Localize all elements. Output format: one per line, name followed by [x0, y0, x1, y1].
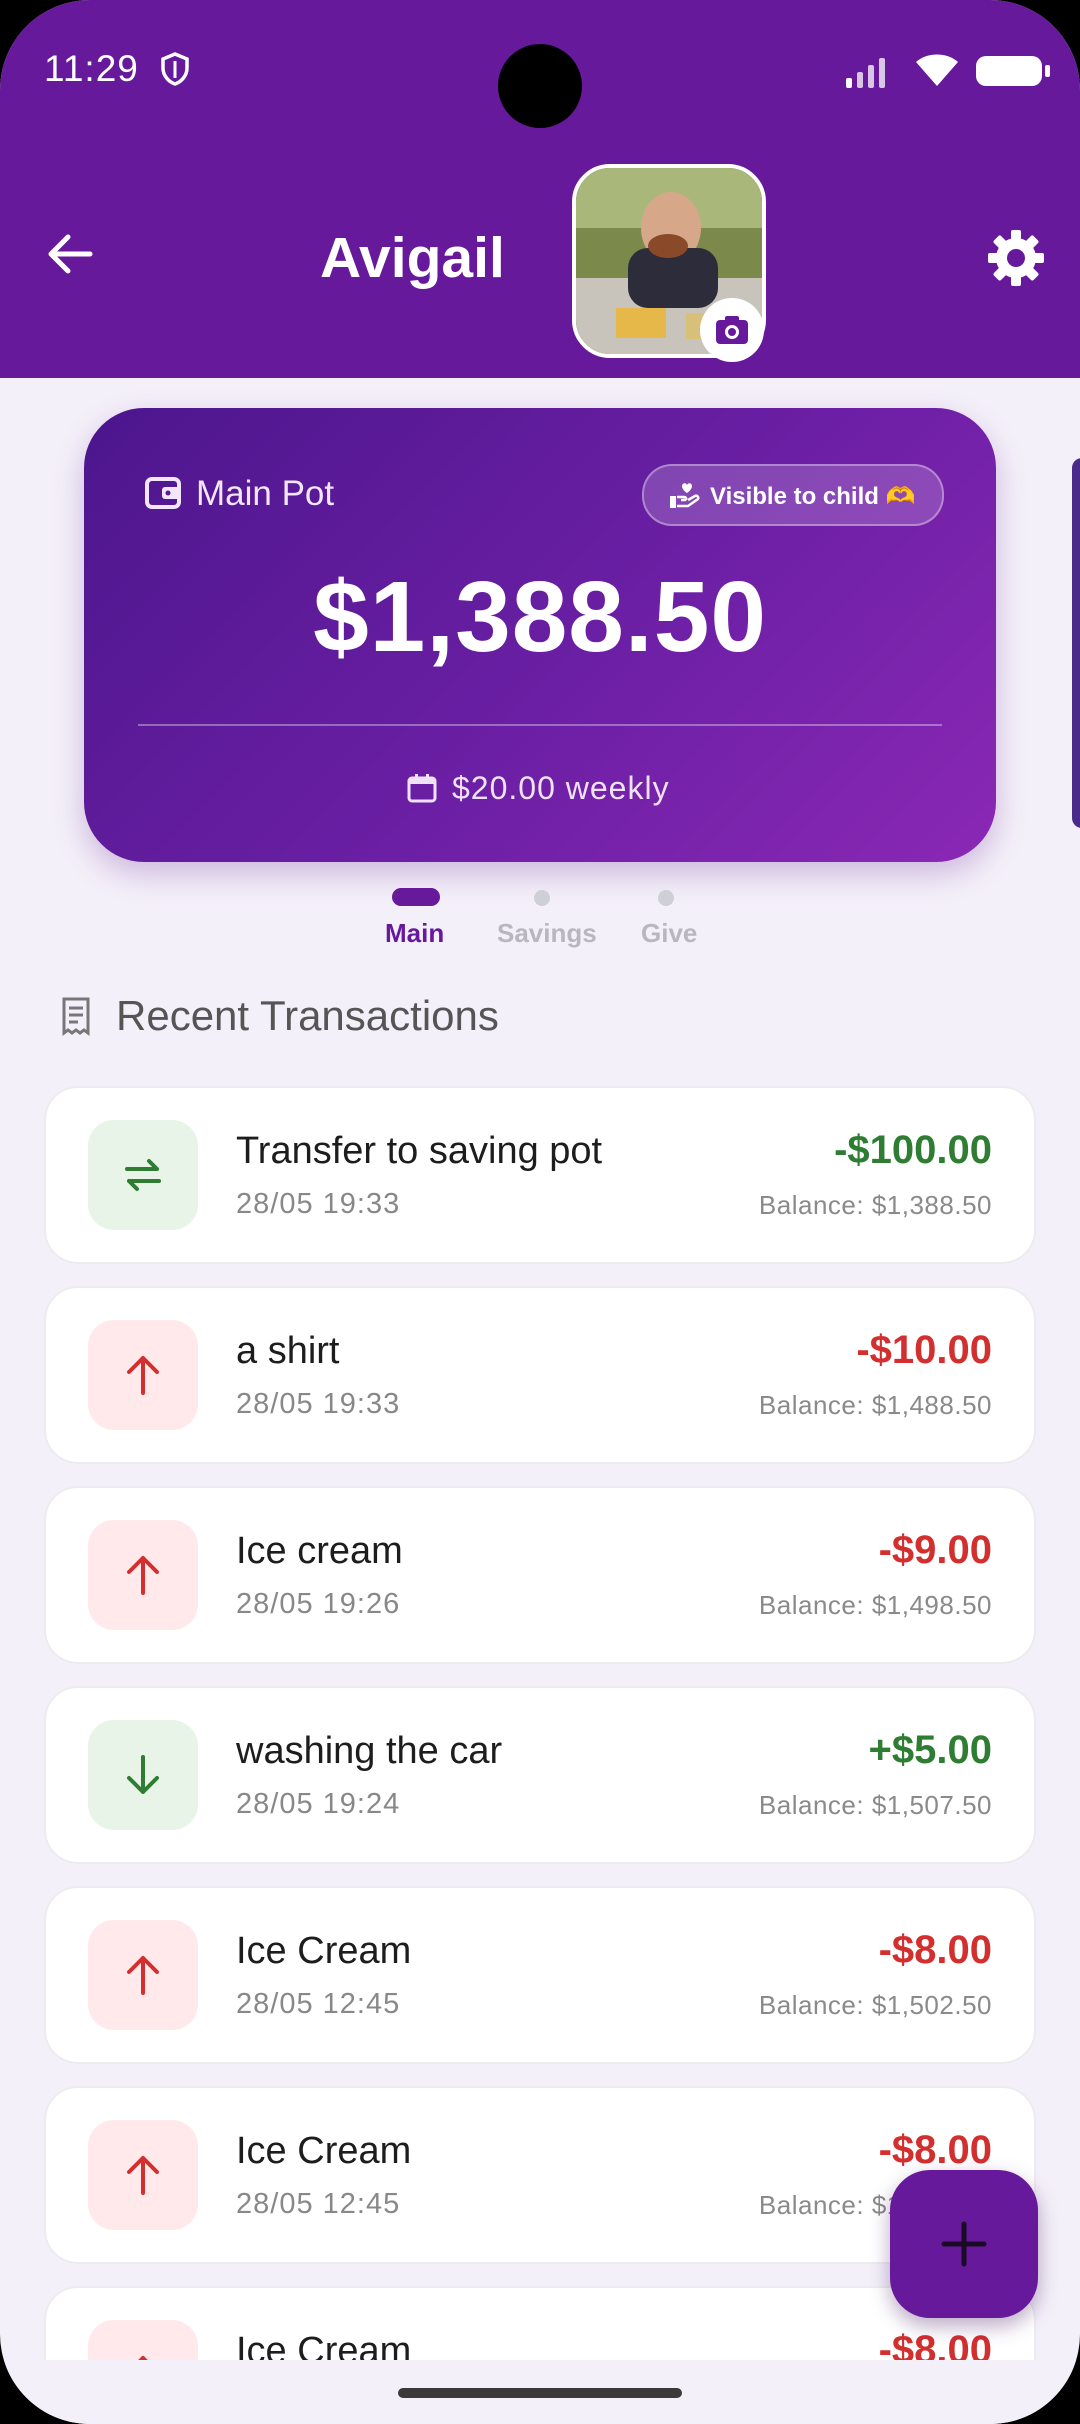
expense-icon-box: [88, 2120, 198, 2230]
child-name: Avigail: [320, 226, 505, 290]
add-transaction-button[interactable]: [890, 2170, 1038, 2318]
card-divider: [138, 724, 942, 726]
transaction-date: 28/05 19:26: [236, 1588, 401, 1620]
battery-icon: [976, 56, 1050, 86]
transaction-amount: -$8.00: [878, 1928, 992, 1972]
transaction-row[interactable]: Ice Cream 28/05 12:45 -$8.00 Balance: $1…: [44, 1886, 1036, 2064]
transaction-date: 28/05 19:24: [236, 1788, 401, 1820]
transaction-date: 28/05 19:33: [236, 1188, 401, 1220]
transaction-title: washing the car: [236, 1730, 503, 1772]
pager-indicator-main: [392, 888, 440, 906]
signal-icon: [844, 56, 890, 93]
transaction-title: Ice Cream: [236, 1930, 412, 1972]
transaction-balance: Balance: $1,502.50: [758, 1990, 992, 2020]
transaction-row[interactable]: a shirt 28/05 19:33 -$10.00 Balance: $1,…: [44, 1286, 1036, 1464]
income-icon-box: [88, 1720, 198, 1830]
transaction-title: Ice Cream: [236, 2130, 412, 2172]
status-bar: 11:29: [0, 0, 1080, 140]
pot-pager: Main Savings Give: [0, 888, 1080, 988]
visibility-text: Visible to child 🫶: [710, 483, 916, 510]
transaction-amount: -$10.00: [856, 1328, 992, 1372]
transaction-row[interactable]: washing the car 28/05 19:24 +$5.00 Balan…: [44, 1686, 1036, 1864]
app-header: 11:29 Avigail: [0, 0, 1080, 378]
transaction-date: 28/05 19:33: [236, 1388, 401, 1420]
camera-icon: [700, 316, 764, 366]
status-time: 11:29: [44, 48, 139, 89]
transaction-balance: Balance: $1,498.50: [758, 1590, 992, 1620]
transaction-row[interactable]: Ice Cream 28/05 12:45 -$8.00 Balance: $1…: [44, 2086, 1036, 2264]
wallet-icon: [144, 476, 182, 515]
transaction-balance: Balance: $1,488.50: [758, 1390, 992, 1420]
next-pot-card-edge[interactable]: [1072, 458, 1080, 828]
wifi-icon: [914, 52, 960, 93]
gear-icon[interactable]: [984, 226, 1048, 295]
weekly-allowance: $20.00 weekly: [452, 770, 670, 806]
transaction-row[interactable]: Ice cream 28/05 19:26 -$9.00 Balance: $1…: [44, 1486, 1036, 1664]
transaction-balance: Balance: $1,507.50: [758, 1790, 992, 1820]
tab-main[interactable]: Main: [385, 918, 444, 949]
transaction-title: Ice cream: [236, 1530, 403, 1572]
transaction-amount: -$9.00: [878, 1528, 992, 1572]
receipt-icon: [58, 996, 94, 1041]
transfer-icon-box: [88, 1120, 198, 1230]
transaction-amount: +$5.00: [868, 1728, 992, 1772]
expense-icon-box: [88, 1320, 198, 1430]
pager-indicator-give: [658, 890, 674, 906]
calendar-icon: [406, 772, 438, 809]
expense-icon-box: [88, 1920, 198, 2030]
transaction-amount: -$8.00: [878, 2128, 992, 2172]
transaction-title: Transfer to saving pot: [236, 1130, 603, 1172]
visibility-badge[interactable]: Visible to child 🫶: [642, 464, 944, 526]
tab-give[interactable]: Give: [641, 918, 697, 949]
tab-savings[interactable]: Savings: [497, 918, 597, 949]
transaction-title: a shirt: [236, 1330, 340, 1372]
pot-balance: $1,388.50: [313, 561, 767, 673]
transaction-date: 28/05 12:45: [236, 2188, 401, 2220]
transaction-row[interactable]: Transfer to saving pot 28/05 19:33 -$100…: [44, 1086, 1036, 1264]
camera-cutout: [498, 44, 582, 128]
section-title: Recent Transactions: [116, 992, 499, 1039]
pager-indicator-savings: [534, 890, 550, 906]
transaction-balance: Balance: $1,388.50: [758, 1190, 992, 1220]
main-pot-card[interactable]: Main Pot Visible to child 🫶 $1,388.50 $2…: [84, 408, 996, 862]
pot-label: Main Pot: [196, 474, 335, 513]
transaction-amount: -$100.00: [834, 1128, 992, 1172]
shield-icon: [160, 52, 190, 91]
transaction-date: 28/05 12:45: [236, 1988, 401, 2020]
change-photo-button[interactable]: [700, 298, 764, 362]
back-arrow-icon[interactable]: [46, 232, 94, 281]
expense-icon-box: [88, 1520, 198, 1630]
hand-heart-icon: [668, 482, 700, 515]
home-indicator[interactable]: [398, 2388, 682, 2398]
app-screen: 11:29 Avigail Main Pot Visible to child …: [0, 0, 1080, 2424]
